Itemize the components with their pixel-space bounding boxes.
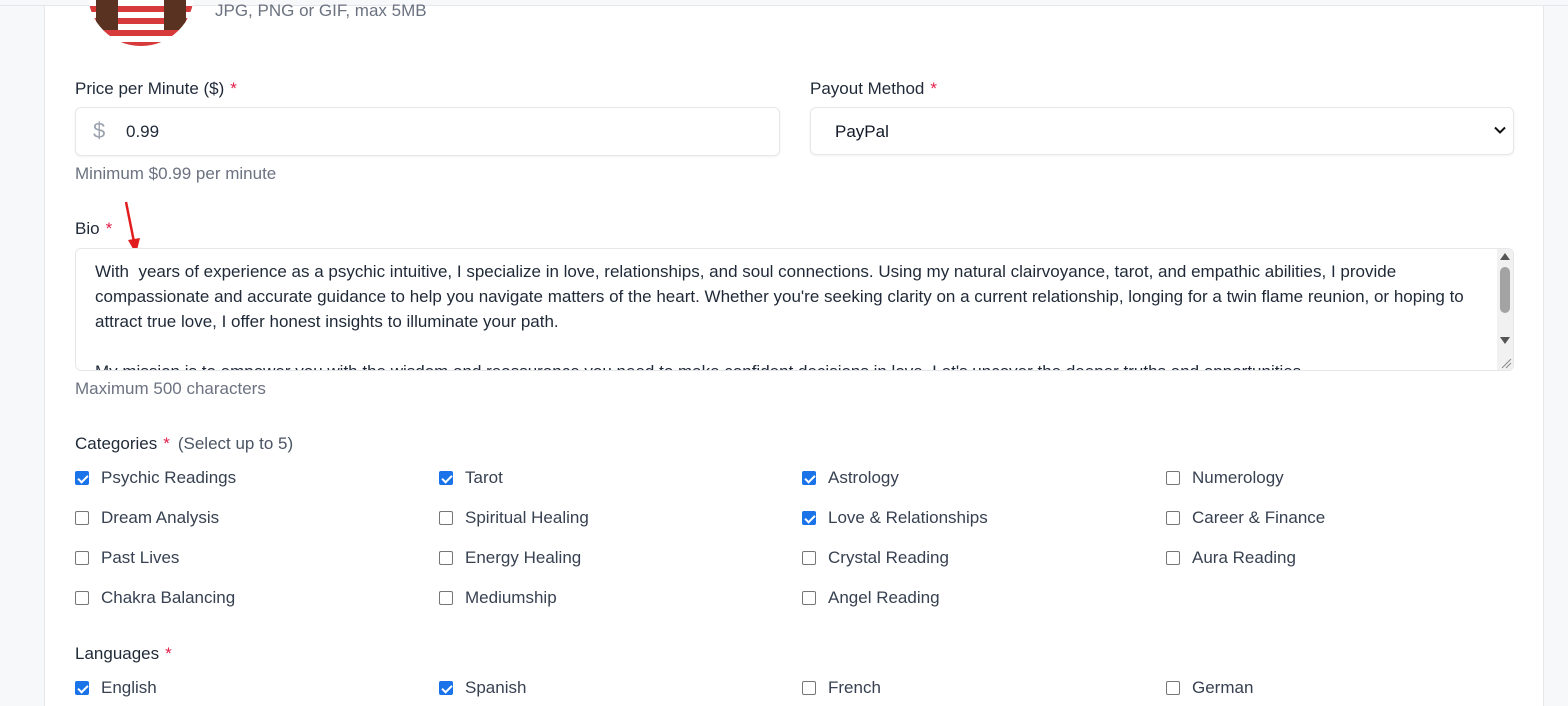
category-option[interactable]: Numerology (1166, 466, 1284, 490)
language-option-label[interactable]: English (101, 678, 157, 698)
required-mark: * (105, 219, 113, 238)
categories-label-text: Categories (75, 434, 158, 453)
price-input-value[interactable]: 0.99 (126, 122, 159, 142)
category-checkbox[interactable] (75, 591, 89, 605)
language-checkbox[interactable] (1166, 681, 1180, 695)
category-option[interactable]: Tarot (439, 466, 503, 490)
category-checkbox[interactable] (1166, 471, 1180, 485)
categories-label: Categories * (Select up to 5) (75, 434, 293, 454)
price-hint: Minimum $0.99 per minute (75, 164, 277, 183)
category-option[interactable]: Love & Relationships (802, 506, 988, 530)
scroll-thumb[interactable] (1500, 267, 1510, 313)
category-checkbox[interactable] (439, 591, 453, 605)
language-option[interactable]: German (1166, 676, 1253, 700)
category-checkbox[interactable] (75, 551, 89, 565)
bio-label-text: Bio (75, 219, 100, 238)
category-option[interactable]: Chakra Balancing (75, 586, 235, 610)
language-checkbox[interactable] (439, 681, 453, 695)
category-option[interactable]: Psychic Readings (75, 466, 236, 490)
language-option-label[interactable]: Spanish (465, 678, 526, 698)
payout-selected-value: PayPal (835, 122, 889, 141)
category-option[interactable]: Past Lives (75, 546, 179, 570)
category-option[interactable]: Crystal Reading (802, 546, 949, 570)
language-option-label[interactable]: German (1192, 678, 1253, 698)
category-option[interactable]: Angel Reading (802, 586, 940, 610)
bio-textarea[interactable]: With years of experience as a psychic in… (75, 248, 1514, 371)
language-option[interactable]: French (802, 676, 881, 700)
category-option[interactable]: Dream Analysis (75, 506, 219, 530)
category-checkbox[interactable] (802, 591, 816, 605)
scroll-up-arrow-icon[interactable] (1500, 253, 1510, 260)
category-checkbox[interactable] (75, 471, 89, 485)
required-mark: * (930, 79, 937, 98)
category-option-label[interactable]: Chakra Balancing (101, 588, 235, 608)
bio-hint: Maximum 500 characters (75, 379, 266, 398)
languages-label-text: Languages (75, 644, 160, 663)
resize-handle-icon[interactable] (1500, 357, 1512, 369)
avatar-hair-right (164, 0, 186, 30)
chevron-down-icon (1494, 126, 1506, 134)
category-option-label[interactable]: Psychic Readings (101, 468, 236, 488)
avatar-upload-hint: JPG, PNG or GIF, max 5MB (215, 1, 427, 20)
payout-label: Payout Method * (810, 79, 937, 99)
category-option-label[interactable]: Aura Reading (1192, 548, 1296, 568)
dollar-icon: $ (93, 118, 106, 143)
category-option-label[interactable]: Dream Analysis (101, 508, 219, 528)
category-option-label[interactable]: Mediumship (465, 588, 557, 608)
category-checkbox[interactable] (1166, 511, 1180, 525)
category-option-label[interactable]: Past Lives (101, 548, 179, 568)
payout-label-text: Payout Method (810, 79, 925, 98)
language-option-label[interactable]: French (828, 678, 881, 698)
category-option-label[interactable]: Numerology (1192, 468, 1284, 488)
required-mark: * (163, 434, 170, 453)
category-option-label[interactable]: Crystal Reading (828, 548, 949, 568)
category-option-label[interactable]: Career & Finance (1192, 508, 1325, 528)
scroll-down-arrow-icon[interactable] (1500, 337, 1510, 344)
category-option-label[interactable]: Astrology (828, 468, 899, 488)
bio-textarea-value[interactable]: With years of experience as a psychic in… (95, 259, 1475, 370)
price-label: Price per Minute ($) * (75, 79, 237, 99)
category-option-label[interactable]: Love & Relationships (828, 508, 988, 528)
category-checkbox[interactable] (439, 471, 453, 485)
category-option[interactable]: Mediumship (439, 586, 557, 610)
required-mark: * (165, 644, 172, 663)
category-option[interactable]: Energy Healing (439, 546, 581, 570)
language-checkbox[interactable] (75, 681, 89, 695)
category-option[interactable]: Career & Finance (1166, 506, 1325, 530)
category-option-label[interactable]: Spiritual Healing (465, 508, 589, 528)
bio-label: Bio * (75, 219, 112, 239)
avatar-hair-left (96, 0, 118, 30)
category-option-label[interactable]: Tarot (465, 468, 503, 488)
category-checkbox[interactable] (75, 511, 89, 525)
languages-label: Languages * (75, 644, 172, 664)
category-checkbox[interactable] (439, 551, 453, 565)
categories-subtitle: (Select up to 5) (177, 434, 294, 453)
category-option[interactable]: Spiritual Healing (439, 506, 589, 530)
category-option[interactable]: Aura Reading (1166, 546, 1296, 570)
category-option[interactable]: Astrology (802, 466, 899, 490)
language-option[interactable]: Spanish (439, 676, 526, 700)
category-checkbox[interactable] (439, 511, 453, 525)
price-label-text: Price per Minute ($) (75, 79, 225, 98)
category-option-label[interactable]: Energy Healing (465, 548, 581, 568)
category-option-label[interactable]: Angel Reading (828, 588, 940, 608)
bio-scrollbar[interactable] (1497, 249, 1513, 370)
category-checkbox[interactable] (802, 471, 816, 485)
category-checkbox[interactable] (802, 511, 816, 525)
category-checkbox[interactable] (1166, 551, 1180, 565)
category-checkbox[interactable] (802, 551, 816, 565)
language-checkbox[interactable] (802, 681, 816, 695)
required-mark: * (230, 79, 237, 98)
language-option[interactable]: English (75, 676, 157, 700)
price-input[interactable]: $ 0.99 (75, 107, 780, 156)
payout-method-select[interactable]: PayPal (810, 107, 1514, 155)
